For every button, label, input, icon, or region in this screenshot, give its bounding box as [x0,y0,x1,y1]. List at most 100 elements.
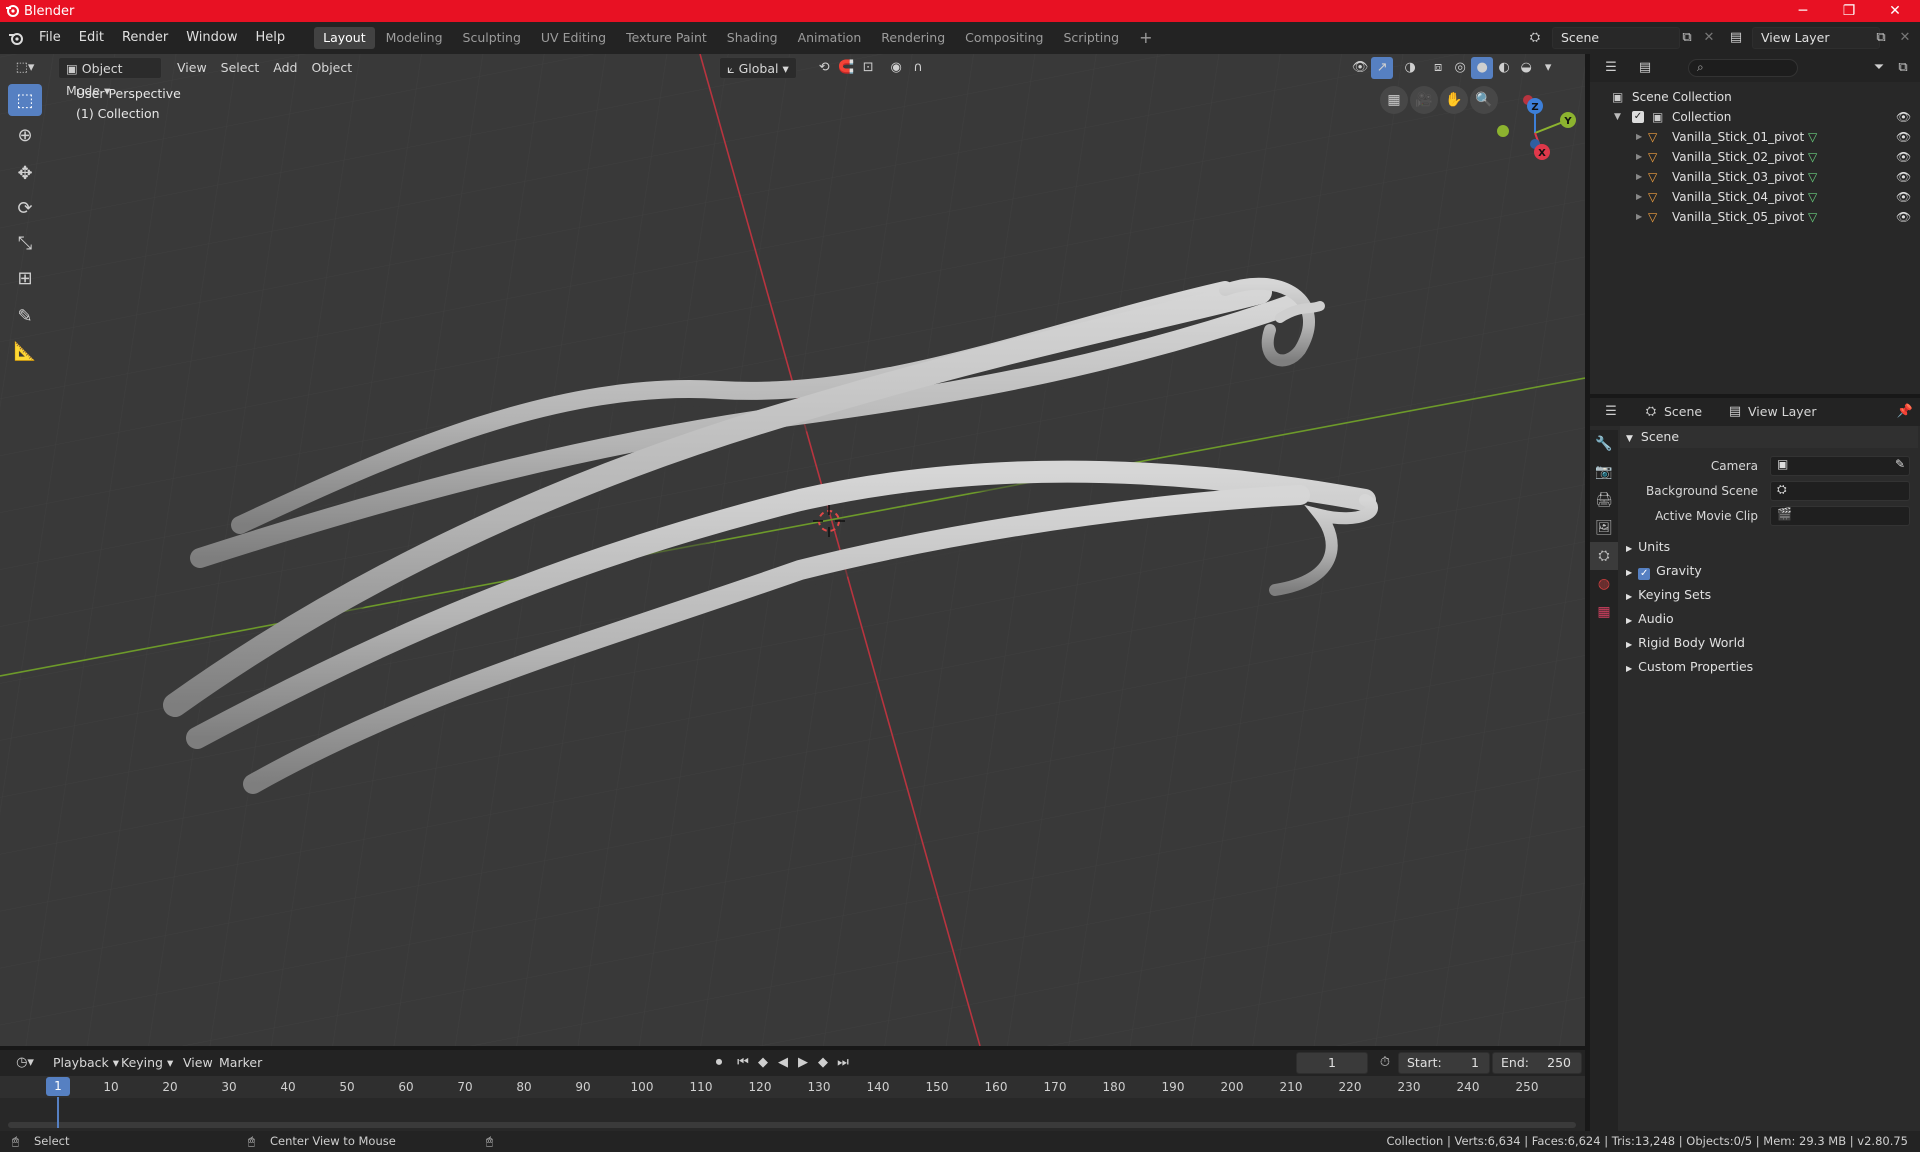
object-visibility-icon[interactable]: 👁 [1896,207,1911,227]
properties-editor-icon[interactable]: ☰ [1600,401,1622,423]
object-visibility-icon[interactable]: 👁 [1896,167,1911,187]
visibility-icon[interactable]: 👁 [1349,57,1371,79]
new-view-layer-icon[interactable]: ⧉ [1870,27,1892,49]
custom-properties-panel-header[interactable]: ▶ Custom Properties [1620,656,1918,678]
mesh-data-icon[interactable]: ▽ [1808,207,1817,227]
outliner-object-row[interactable]: ▶ ▽ Vanilla_Stick_01_pivot ▽ 👁 [1590,127,1920,147]
timeline-menu-marker[interactable]: Marker [212,1052,269,1074]
background-scene-field[interactable]: ⛭ [1770,481,1910,501]
menu-object[interactable]: Object [304,57,359,79]
delete-scene-icon[interactable]: ✕ [1698,27,1720,49]
menu-window[interactable]: Window [177,22,246,54]
outliner-object-row[interactable]: ▶ ▽ Vanilla_Stick_05_pivot ▽ 👁 [1590,207,1920,227]
mesh-data-icon[interactable]: ▽ [1808,167,1817,187]
add-workspace-icon[interactable]: + [1130,27,1161,49]
play-icon[interactable]: ▶ [792,1052,814,1074]
jump-keyframe-back-icon[interactable]: ◆ [752,1052,774,1074]
keying-sets-panel-header[interactable]: ▶ Keying Sets [1620,584,1918,606]
overlays-icon[interactable]: ◑ [1399,57,1421,79]
mode-selector[interactable]: ▣ Object Mode ▾ [58,57,162,98]
tool-properties-icon[interactable]: 🔧 [1590,430,1618,458]
pan-hand-icon[interactable]: ✋ [1440,86,1468,114]
record-icon[interactable]: ⏺ [708,1052,730,1074]
outliner-object-row[interactable]: ▶ ▽ Vanilla_Stick_04_pivot ▽ 👁 [1590,187,1920,207]
transform-tool-icon[interactable]: ⊞ [8,262,42,294]
jump-end-icon[interactable]: ⏭ [832,1052,854,1074]
expand-arrow-icon[interactable]: ▶ [1636,187,1642,207]
xray-icon[interactable]: ⧈ [1427,57,1449,79]
eyedropper-icon[interactable]: ✎ [1895,457,1905,471]
tab-compositing[interactable]: Compositing [956,27,1052,49]
falloff-icon[interactable]: ∩ [907,57,929,79]
audio-panel-header[interactable]: ▶ Audio [1620,608,1918,630]
menu-edit[interactable]: Edit [70,22,113,54]
jump-start-icon[interactable]: ⏮ [732,1052,754,1074]
tab-animation[interactable]: Animation [789,27,871,49]
display-mode-icon[interactable]: ▤ [1634,57,1656,79]
camera-view-icon[interactable]: 🎥 [1410,86,1438,114]
render-properties-icon[interactable]: 📷 [1590,458,1618,486]
expand-arrow-icon[interactable]: ▼ [1614,107,1621,127]
select-box-tool-icon[interactable]: ⬚ [8,84,42,116]
minimize-icon[interactable]: ─ [1780,0,1826,22]
snap-target-icon[interactable]: ⊡ [857,57,879,79]
pivot-point-icon[interactable]: ⟲ [813,57,835,79]
pin-icon[interactable]: 📌 [1894,401,1916,423]
object-visibility-icon[interactable]: 👁 [1896,147,1911,167]
play-reverse-icon[interactable]: ◀ [772,1052,794,1074]
menu-add[interactable]: Add [266,57,304,79]
world-properties-icon[interactable]: ◍ [1590,570,1618,598]
tab-layout[interactable]: Layout [314,27,375,49]
scale-tool-icon[interactable]: ⤡ [8,227,42,259]
expand-arrow-icon[interactable]: ▶ [1636,147,1642,167]
stopwatch-icon[interactable]: ⏱ [1374,1052,1396,1074]
timeline-editor-icon[interactable]: ◷▾ [10,1052,40,1074]
scene-properties-icon[interactable]: ⛭ [1590,542,1618,570]
outliner-search-input[interactable]: ⌕ [1688,59,1798,77]
view-layer-icon[interactable]: ▤ [1725,27,1747,49]
close-icon[interactable]: ✕ [1872,0,1918,22]
expand-arrow-icon[interactable]: ▶ [1636,167,1642,187]
outliner-scene-collection[interactable]: ▣ Scene Collection [1590,87,1920,107]
collection-checkbox[interactable]: ✓ [1632,111,1644,123]
tab-shading[interactable]: Shading [718,27,787,49]
solid-shading-icon[interactable]: ● [1471,57,1494,79]
tab-view-layer[interactable]: View Layer [1748,404,1817,419]
new-scene-icon[interactable]: ⧉ [1676,27,1698,49]
keying-dropdown[interactable]: Keying ▾ [114,1052,180,1074]
rigid-body-world-panel-header[interactable]: ▶ Rigid Body World [1620,632,1918,654]
tab-uv-editing[interactable]: UV Editing [532,27,615,49]
rotate-tool-icon[interactable]: ⟳ [8,192,42,224]
material-shading-icon[interactable]: ◐ [1493,57,1515,79]
new-collection-icon[interactable]: ⧉ [1892,57,1914,79]
area-divider[interactable] [1590,394,1920,398]
scene-icon[interactable]: ⛭ [1524,27,1546,49]
grid-view-icon[interactable]: ▦ [1380,86,1408,114]
annotate-tool-icon[interactable]: ✎ [8,300,42,332]
units-panel-header[interactable]: ▶ Units [1620,536,1918,558]
proportional-editing-icon[interactable]: ◉ [885,57,907,79]
scene-section-header[interactable]: ▼ Scene [1620,426,1918,448]
object-visibility-icon[interactable]: 👁 [1896,187,1911,207]
collection-visibility-icon[interactable]: 👁 [1896,107,1911,127]
mesh-data-icon[interactable]: ▽ [1808,147,1817,167]
tab-scene[interactable]: Scene [1664,404,1702,419]
view-layer-selector[interactable]: View Layer [1752,27,1880,49]
menu-help[interactable]: Help [247,22,295,54]
texture-properties-icon[interactable]: ▦ [1590,598,1618,626]
filter-icon[interactable]: ⏷ [1868,57,1890,79]
maximize-icon[interactable]: ❐ [1826,0,1872,22]
timeline-scrollbar[interactable] [8,1122,1576,1128]
jump-keyframe-forward-icon[interactable]: ◆ [812,1052,834,1074]
tab-texture-paint[interactable]: Texture Paint [617,27,716,49]
tab-rendering[interactable]: Rendering [872,27,954,49]
outliner-object-row[interactable]: ▶ ▽ Vanilla_Stick_02_pivot ▽ 👁 [1590,147,1920,167]
gravity-panel-header[interactable]: ▶ ✓ Gravity [1620,560,1918,582]
end-frame-field[interactable]: End: 250 [1492,1052,1582,1074]
camera-field[interactable]: ▣ ✎ [1770,456,1910,476]
snap-icon[interactable]: 🧲 [835,57,857,79]
expand-arrow-icon[interactable]: ▶ [1636,207,1642,227]
menu-view[interactable]: View [170,57,214,79]
active-movie-clip-field[interactable]: 🎬 [1770,506,1910,526]
cursor-tool-icon[interactable]: ⊕ [8,119,42,151]
